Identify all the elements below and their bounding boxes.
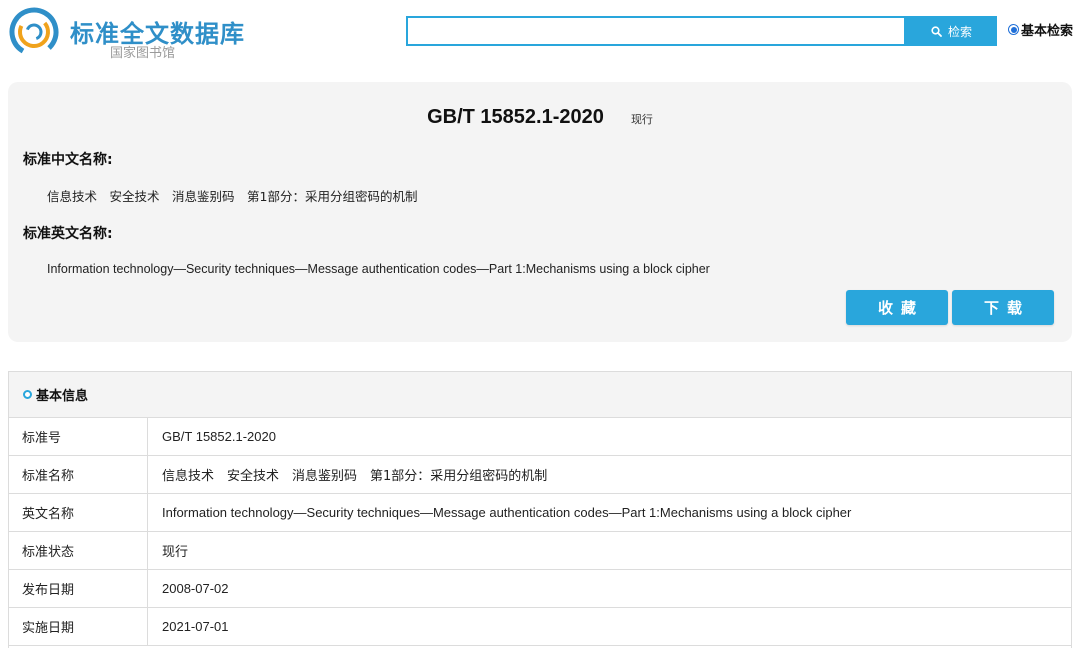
search-icon [931,25,942,37]
basic-info-header: 基本信息 [9,372,1071,418]
search-bar: 检索 [406,16,998,46]
collect-button[interactable]: 收藏 [846,290,948,325]
basic-info-section: 基本信息 标准号 GB/T 15852.1-2020 标准名称 信息技术 安全技… [8,371,1072,648]
row-value: Information technology—Security techniqu… [162,505,852,520]
standard-number-row: GB/T 15852.1-2020 现行 [8,106,1072,129]
basic-search-label: 基本检索 [1021,24,1074,39]
row-value: 2008-07-02 [162,581,229,596]
english-name-label: 标准英文名称: [23,226,113,242]
row-value: 信息技术 安全技术 消息鉴别码 第1部分：采用分组密码的机制 [162,469,548,484]
english-name-value: Information technology—Security techniqu… [47,262,710,276]
table-row: 实施日期 2021-07-01 [9,608,1071,646]
row-key: 标准号 [9,418,148,455]
circular-swirl-logo-icon [9,7,59,57]
table-row: 标准号 GB/T 15852.1-2020 [9,418,1071,456]
table-row: 发布日期 2008-07-02 [9,570,1071,608]
search-input[interactable] [406,16,906,46]
search-button-label: 检索 [947,24,972,39]
table-row: 英文名称 Information technology—Security tec… [9,494,1071,532]
row-key: 标准名称 [9,456,148,493]
radio-selected-icon[interactable] [1008,24,1019,35]
site-subtitle: 国家图书馆 [110,46,176,61]
search-button[interactable]: 检索 [906,16,997,46]
row-key: 实施日期 [9,608,148,645]
page-header: 标准全文数据库 国家图书馆 检索 基本检索 [0,0,1080,72]
table-row: 标准名称 信息技术 安全技术 消息鉴别码 第1部分：采用分组密码的机制 [9,456,1071,494]
circle-bullet-icon [23,390,32,399]
chinese-name-value: 信息技术 安全技术 消息鉴别码 第1部分：采用分组密码的机制 [47,189,418,204]
row-key: 标准状态 [9,532,148,569]
download-button[interactable]: 下载 [952,290,1054,325]
standard-summary-panel: GB/T 15852.1-2020 现行 标准中文名称: 信息技术 安全技术 消… [8,82,1072,342]
basic-search-radio[interactable]: 基本检索 [1008,20,1073,39]
row-key: 发布日期 [9,570,148,607]
standard-status: 现行 [630,112,653,126]
chinese-name-label: 标准中文名称: [23,152,113,168]
standard-number: GB/T 15852.1-2020 [427,106,604,128]
row-value: 2021-07-01 [162,619,229,634]
table-row: 标准状态 现行 [9,532,1071,570]
row-value: GB/T 15852.1-2020 [162,429,276,444]
row-value: 现行 [162,545,189,560]
basic-info-title: 基本信息 [36,389,89,404]
row-key: 英文名称 [9,494,148,531]
site-logo[interactable]: 标准全文数据库 国家图书馆 [8,6,248,62]
